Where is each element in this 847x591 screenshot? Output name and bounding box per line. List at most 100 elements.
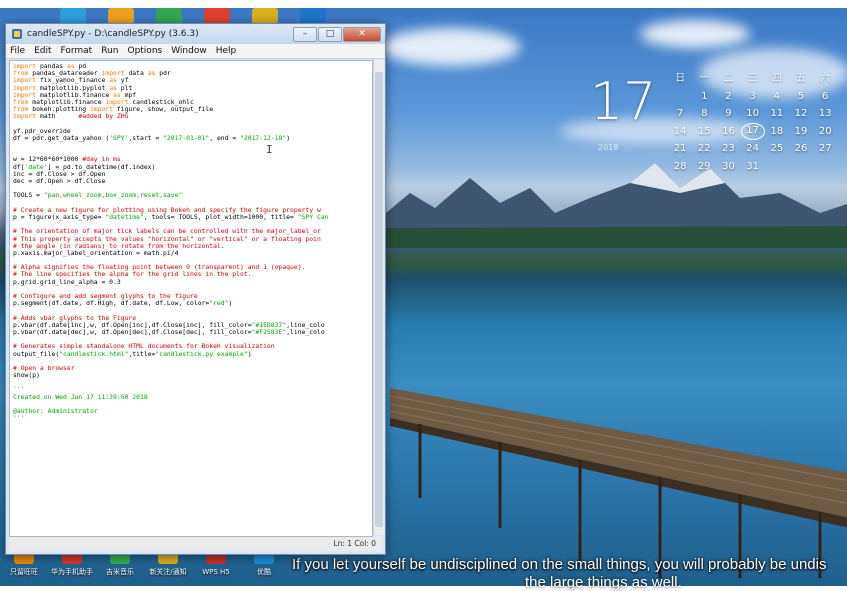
calendar-weekday: 日 [675, 73, 686, 84]
code-token: , tools= TOOLS, plot_width=1000, title= [143, 213, 298, 221]
code-line: from matplotlib.finance import candlesti… [13, 98, 372, 106]
calendar-day[interactable]: 15 [692, 123, 716, 141]
calendar-day[interactable]: 23 [716, 140, 740, 158]
code-line: import matplotlib.finance as mpf [13, 91, 372, 99]
code-token: #day in ms [82, 156, 121, 164]
code-token: p.xaxis.major_label_orientation = math.p… [13, 249, 179, 257]
code-token: candlestick_ohlc [128, 98, 194, 106]
code-token: ] = pd.to_datetime(df.index) [47, 163, 156, 171]
calendar-day[interactable]: 5 [789, 88, 813, 106]
code-token: ,line_colo [286, 328, 325, 336]
close-button[interactable]: ✕ [343, 26, 381, 42]
menu-options[interactable]: Options [127, 46, 162, 56]
calendar-day[interactable]: 12 [789, 105, 813, 123]
code-editor[interactable]: import pandas as pd from pandas_datareade… [9, 60, 373, 537]
calendar-day[interactable]: 11 [765, 105, 789, 123]
calendar-day[interactable]: 6 [813, 88, 837, 106]
calendar-day[interactable] [813, 158, 837, 176]
menu-run[interactable]: Run [101, 46, 118, 56]
code-token: # Open a browser [13, 364, 75, 372]
calendar-day[interactable] [789, 158, 813, 176]
idle-editor-window[interactable]: candleSPY.py - D:\candleSPY.py (3.6.3) –… [5, 23, 386, 555]
calendar-day[interactable]: 26 [789, 140, 813, 158]
calendar-day[interactable]: 3 [741, 88, 765, 106]
calendar-day[interactable]: 29 [692, 158, 716, 176]
desktop-app-icon[interactable] [60, 8, 86, 24]
calendar-day[interactable]: 13 [813, 105, 837, 123]
code-token: matplotlib.finance [36, 91, 114, 99]
code-line: p.grid.grid_line_alpha = 0.3 [13, 279, 372, 286]
code-token: df = pdr.get_data_yahoo ( [13, 134, 110, 142]
code-line: df['date'] = pd.to_datetime(df.index) [13, 163, 372, 171]
calendar-day[interactable]: 14 [668, 123, 692, 141]
code-token: matplotlib.finance [28, 98, 106, 106]
desktop-shortcut-label: 新关注/通知 [149, 568, 187, 576]
code-token: ) [286, 134, 291, 142]
python-app-icon [12, 29, 22, 39]
code-line: import matplotlib.pyplot as plt [13, 85, 372, 92]
menu-format[interactable]: Format [61, 46, 93, 56]
menu-file[interactable]: File [10, 46, 25, 56]
code-token: # Create a new figure for plotting using… [13, 206, 321, 214]
calendar-day[interactable] [668, 88, 692, 106]
code-line: from pandas_datareader import data as pd… [13, 70, 372, 78]
code-token: "candlestick.py example" [155, 350, 248, 358]
calendar-day[interactable]: 20 [813, 123, 837, 141]
code-token: Created on Wed Jan 17 11:39:50 2018 [13, 393, 148, 401]
code-line: p.vbar(df.date[dec],w, df.Open[dec],df.C… [13, 328, 372, 336]
window-titlebar[interactable]: candleSPY.py - D:\candleSPY.py (3.6.3) –… [6, 24, 385, 44]
vertical-scrollbar[interactable] [373, 60, 384, 535]
calendar-day[interactable]: 2 [716, 88, 740, 106]
code-line: @author: Administrator [13, 408, 372, 415]
calendar-day[interactable]: 16 [716, 123, 740, 141]
code-token: as [66, 63, 75, 70]
desktop-shortcut-label: 优酷 [257, 568, 271, 576]
calendar-day[interactable]: 25 [765, 140, 789, 158]
calendar-day[interactable]: 1 [692, 88, 716, 106]
calendar-day[interactable]: 24 [741, 140, 765, 158]
code-token: from [13, 98, 29, 106]
menu-help[interactable]: Help [216, 46, 237, 56]
calendar-day[interactable]: 21 [668, 140, 692, 158]
text-cursor: I [266, 143, 273, 156]
desktop-shortcut-label: 华为手机助手 [51, 568, 93, 576]
calendar-day[interactable]: 4 [765, 88, 789, 106]
calendar-day[interactable]: 28 [668, 158, 692, 176]
calendar-day[interactable]: 31 [741, 158, 765, 176]
code-line: df = pdr.get_data_yahoo ('SPY',start = "… [13, 134, 372, 142]
menu-window[interactable]: Window [171, 46, 207, 56]
calendar-day[interactable]: 30 [716, 158, 740, 176]
code-token: data [124, 70, 148, 78]
calendar-day[interactable]: 9 [716, 105, 740, 123]
calendar-day[interactable]: 10 [741, 105, 765, 123]
menu-edit[interactable]: Edit [34, 46, 51, 56]
maximize-button[interactable]: □ [318, 26, 342, 42]
desktop-app-icon[interactable] [252, 8, 278, 24]
code-token: "SPY Can [297, 213, 329, 221]
window-title: candleSPY.py - D:\candleSPY.py (3.6.3) [27, 29, 199, 39]
calendar-day[interactable]: 8 [692, 105, 716, 123]
code-token: import [101, 70, 125, 78]
calendar-today[interactable]: 17 [740, 122, 765, 140]
calendar-day[interactable]: 19 [789, 123, 813, 141]
code-token: 'SPY' [109, 134, 129, 142]
calendar-day[interactable]: 27 [813, 140, 837, 158]
calendar-grid: 日一二三四五六 1 2 3 4 5 6 7 8 9 10 11 12 13 14 15 16 17 18 19 20 21… [668, 70, 838, 175]
calendar-day[interactable]: 18 [765, 123, 789, 141]
code-line: # Create a new figure for plotting using… [13, 206, 372, 214]
code-token: # Configure and add segment glyphs to th… [13, 293, 198, 300]
minimize-button[interactable]: – [293, 26, 317, 42]
code-token: pandas_datareader [28, 70, 102, 78]
scrollbar-thumb[interactable] [375, 72, 383, 527]
calendar-day[interactable]: 7 [668, 105, 692, 123]
desktop-app-icon[interactable] [156, 8, 182, 24]
desktop-app-icon[interactable] [108, 8, 134, 24]
desktop-app-icon[interactable] [300, 8, 326, 24]
cursor-position: Ln: 1 Col: 0 [333, 539, 376, 548]
calendar-day[interactable] [765, 158, 789, 176]
calendar-day[interactable]: 22 [692, 140, 716, 158]
code-token: mpf [120, 91, 137, 99]
code-line: from bokeh.plotting import figure, show,… [13, 106, 372, 113]
desktop-app-icon[interactable] [204, 8, 230, 24]
